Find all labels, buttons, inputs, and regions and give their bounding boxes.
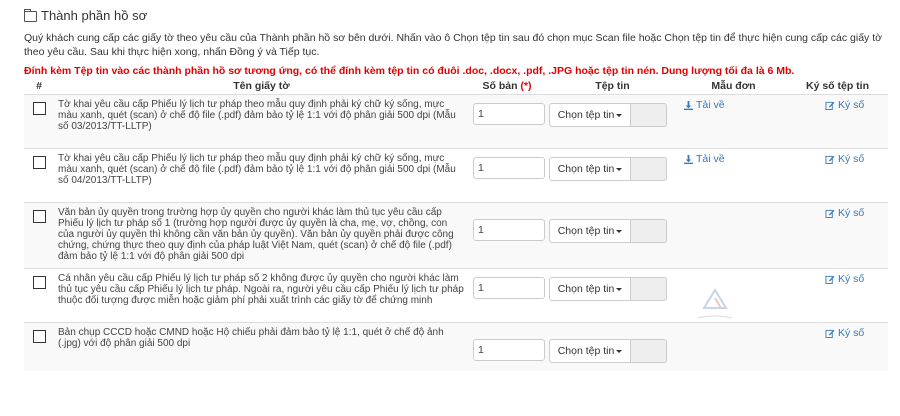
table-row: Văn bản ủy quyền trong trường hợp ủy quy…: [24, 202, 888, 269]
download-label: Tải về: [696, 99, 725, 111]
form-cell-empty: [680, 322, 787, 371]
folder-icon: [24, 9, 37, 22]
caret-down-icon: [616, 229, 623, 233]
choose-file-button[interactable]: Chọn tệp tin: [549, 157, 631, 181]
file-name-field[interactable]: [631, 277, 667, 301]
choose-file-button[interactable]: Chọn tệp tin: [549, 219, 631, 243]
section-title: Thành phần hồ sơ: [24, 8, 886, 23]
row-checkbox[interactable]: [32, 102, 46, 115]
document-name: Văn bản ủy quyền trong trường hợp ủy quy…: [54, 202, 469, 269]
sign-link[interactable]: Ký số: [791, 208, 884, 219]
sign-link[interactable]: Ký số: [791, 154, 884, 165]
download-icon: [684, 101, 693, 110]
section-title-text: Thành phần hồ sơ: [41, 8, 148, 23]
row-checkbox[interactable]: [32, 330, 46, 343]
sign-label: Ký số: [838, 153, 865, 165]
table-row: Cá nhân yêu cầu cấp Phiếu lý lịch tư phá…: [24, 268, 888, 323]
quantity-input[interactable]: 1: [473, 277, 545, 299]
document-name: Cá nhân yêu cầu cấp Phiếu lý lịch tư phá…: [54, 268, 469, 323]
caret-down-icon: [616, 287, 623, 291]
sign-label: Ký số: [838, 99, 865, 111]
quantity-input[interactable]: 1: [473, 157, 545, 179]
download-label: Tải về: [696, 153, 725, 165]
choose-file-label: Chọn tệp tin: [557, 344, 615, 357]
quantity-input[interactable]: 1: [473, 339, 545, 361]
document-name: Tờ khai yêu cầu cấp Phiếu lý lịch tư phá…: [54, 148, 469, 203]
choose-file-label: Chọn tệp tin: [557, 224, 615, 237]
row-checkbox[interactable]: [32, 210, 46, 223]
choose-file-label: Chọn tệp tin: [557, 282, 615, 295]
caret-down-icon: [616, 349, 623, 353]
document-name: Bản chụp CCCD hoặc CMND hoặc Hộ chiếu ph…: [54, 322, 469, 371]
caret-down-icon: [616, 167, 623, 171]
edit-sign-icon: [825, 329, 835, 338]
file-name-field[interactable]: [631, 157, 667, 181]
quantity-input[interactable]: 1: [473, 103, 545, 125]
sign-label: Ký số: [838, 207, 865, 219]
choose-file-button[interactable]: Chọn tệp tin: [549, 277, 631, 301]
file-name-field[interactable]: [631, 219, 667, 243]
warning-text: Đính kèm Tệp tin vào các thành phần hồ s…: [24, 65, 795, 77]
sign-label: Ký số: [838, 273, 865, 285]
row-checkbox[interactable]: [32, 156, 46, 169]
sign-link[interactable]: Ký số: [791, 100, 884, 111]
download-icon: [684, 155, 693, 164]
choose-file-button[interactable]: Chọn tệp tin: [549, 339, 631, 363]
header-file: Tệp tin: [545, 78, 680, 95]
header-num: #: [24, 78, 54, 95]
edit-sign-icon: [825, 275, 835, 284]
sign-link[interactable]: Ký số: [791, 274, 884, 285]
caret-down-icon: [616, 113, 623, 117]
documents-table: # Tên giấy tờ Số bản (*) Tệp tin Mẫu đơn…: [24, 78, 888, 371]
download-link[interactable]: Tải về: [684, 100, 783, 111]
required-mark: (*): [520, 80, 532, 92]
edit-sign-icon: [825, 155, 835, 164]
sign-label: Ký số: [838, 327, 865, 339]
sign-link[interactable]: Ký số: [791, 328, 884, 339]
table-row: Tờ khai yêu cầu cấp Phiếu lý lịch tư phá…: [24, 94, 888, 149]
file-chooser: Chọn tệp tin: [549, 219, 676, 243]
download-link[interactable]: Tải về: [684, 154, 783, 165]
header-sign: Ký số tệp tin: [787, 78, 888, 95]
document-name: Tờ khai yêu cầu cấp Phiếu lý lịch tư phá…: [54, 94, 469, 149]
intro-text: Quý khách cung cấp các giấy tờ theo yêu …: [24, 32, 883, 58]
header-qty: Số bản (*): [469, 78, 545, 95]
table-row: Tờ khai yêu cầu cấp Phiếu lý lịch tư phá…: [24, 148, 888, 203]
file-name-field[interactable]: [631, 103, 667, 127]
table-header-row: # Tên giấy tờ Số bản (*) Tệp tin Mẫu đơn…: [24, 78, 888, 95]
row-checkbox[interactable]: [32, 276, 46, 289]
quantity-input[interactable]: 1: [473, 219, 545, 241]
edit-sign-icon: [825, 209, 835, 218]
header-name: Tên giấy tờ: [54, 78, 469, 95]
form-cell-empty: [680, 202, 787, 269]
edit-sign-icon: [825, 101, 835, 110]
file-name-field[interactable]: [631, 339, 667, 363]
file-chooser: Chọn tệp tin: [549, 277, 676, 301]
choose-file-button[interactable]: Chọn tệp tin: [549, 103, 631, 127]
file-chooser: Chọn tệp tin: [549, 339, 676, 363]
table-row: Bản chụp CCCD hoặc CMND hoặc Hộ chiếu ph…: [24, 322, 888, 371]
file-chooser: Chọn tệp tin: [549, 103, 676, 127]
header-form: Mẫu đơn: [680, 78, 787, 95]
watermark-logo-icon: [697, 288, 733, 319]
file-chooser: Chọn tệp tin: [549, 157, 676, 181]
choose-file-label: Chọn tệp tin: [557, 162, 615, 175]
choose-file-label: Chọn tệp tin: [557, 108, 615, 121]
header-qty-label: Số bản: [482, 80, 518, 92]
